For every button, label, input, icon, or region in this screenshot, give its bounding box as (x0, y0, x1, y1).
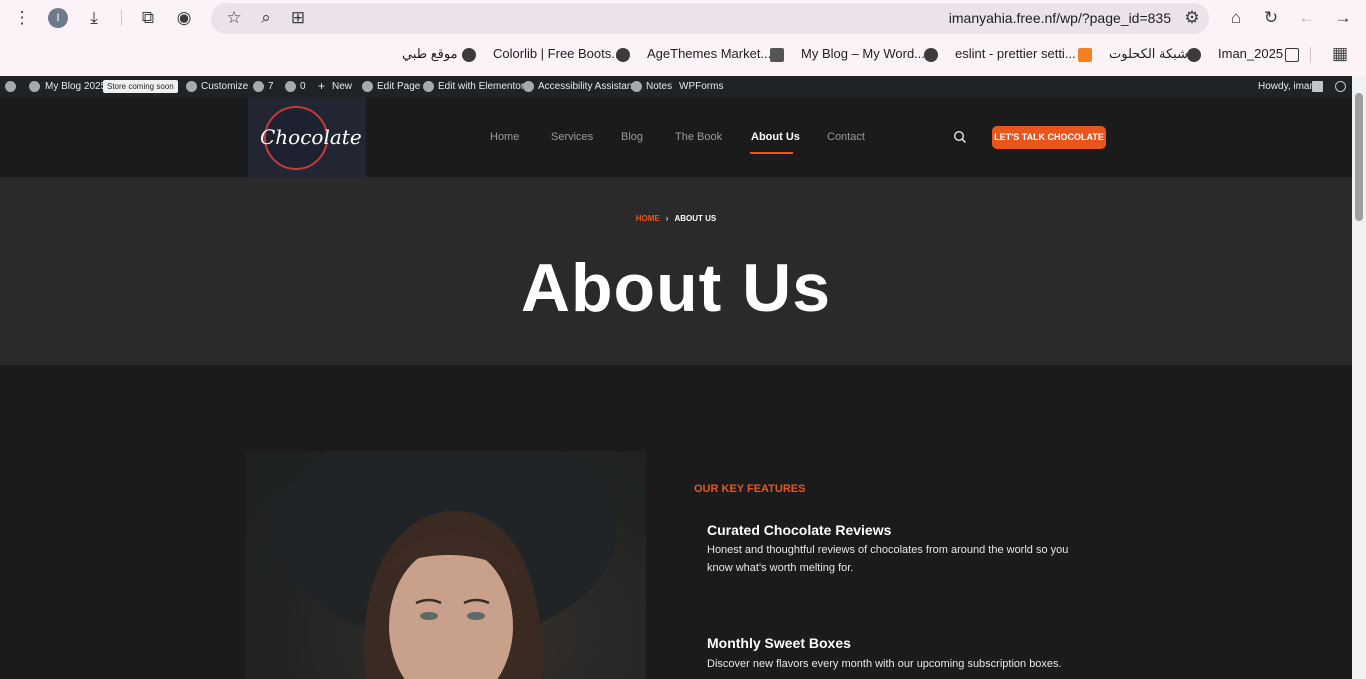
breadcrumb: HOME › ABOUT US (0, 214, 1352, 223)
forward-icon[interactable]: → (1332, 7, 1354, 29)
back-icon[interactable]: ← (1296, 7, 1318, 29)
scrollbar-thumb[interactable] (1355, 93, 1363, 221)
page-scrollbar[interactable] (1352, 76, 1366, 679)
user-avatar[interactable] (1312, 81, 1323, 92)
nav-blog[interactable]: Blog (621, 131, 643, 143)
browser-chrome: ⋮ I ⤓ ⧉ ◉ ☆ ⌕ ⊞ imanyahia.free.nf/wp/?pa… (0, 0, 1366, 76)
page-hero: HOME › ABOUT US About Us (0, 177, 1352, 365)
bookmark-folder-iman[interactable]: Iman_2025 (1218, 46, 1283, 61)
bookmark-colorlib[interactable]: Colorlib | Free Boots... (493, 46, 622, 61)
extensions-icon[interactable]: ⧉ (137, 7, 159, 29)
wp-site-name[interactable]: My Blog 2025 (45, 81, 106, 92)
globe-icon (616, 48, 630, 62)
wp-new[interactable]: New (332, 81, 352, 92)
wp-wpforms[interactable]: WPForms (679, 81, 723, 92)
wp-customize[interactable]: Customize (201, 81, 248, 92)
dashboard-icon[interactable] (29, 81, 40, 92)
wp-updates-count[interactable]: 7 (268, 81, 274, 92)
extension-globe-icon[interactable]: ◉ (173, 7, 195, 29)
talk-chocolate-button[interactable]: LET'S TALK CHOCOLATE (992, 126, 1106, 149)
site-logo[interactable]: Chocolate (248, 97, 366, 177)
wp-edit-page[interactable]: Edit Page (377, 81, 420, 92)
logo-text: Chocolate (260, 125, 362, 149)
plus-icon: + (318, 79, 326, 93)
zoom-icon[interactable]: ⌕ (255, 7, 277, 29)
wp-accessibility[interactable]: Accessibility Assistant (538, 81, 635, 92)
bookmarks-divider (1310, 47, 1311, 63)
feature-description: Discover new flavors every month with ou… (707, 658, 1062, 670)
bookmark-agethemes[interactable]: AgeThemes Market... (647, 46, 771, 61)
nav-contact[interactable]: Contact (827, 131, 865, 143)
updates-icon (253, 81, 264, 92)
main-content: OUR KEY FEATURES Curated Chocolate Revie… (0, 365, 1352, 679)
chevron-right-icon: › (665, 214, 669, 223)
wp-comments-count[interactable]: 0 (300, 81, 306, 92)
toolbar-divider (121, 10, 122, 26)
breadcrumb-home[interactable]: HOME (636, 214, 660, 223)
menu-dots-icon[interactable]: ⋮ (11, 7, 33, 29)
site-settings-icon[interactable]: ⚙ (1181, 7, 1203, 29)
globe-icon (1187, 48, 1201, 62)
search-icon[interactable] (953, 130, 967, 144)
bookmark-kahlout-network[interactable]: شبكة الكحلوت (1109, 46, 1188, 62)
agethemes-icon (770, 48, 784, 62)
download-icon[interactable]: ⤓ (83, 7, 105, 29)
active-nav-indicator (750, 152, 793, 154)
globe-icon (924, 48, 938, 62)
edit-pencil-icon (362, 81, 373, 92)
browser-toolbar: ⋮ I ⤓ ⧉ ◉ ☆ ⌕ ⊞ imanyahia.free.nf/wp/?pa… (0, 0, 1366, 36)
elementor-icon (423, 81, 434, 92)
url-text[interactable]: imanyahia.free.nf/wp/?page_id=835 (949, 10, 1171, 26)
wp-search-icon[interactable] (1335, 81, 1346, 92)
accessibility-icon (523, 81, 534, 92)
bookmark-medical-site[interactable]: موقع طبي (402, 46, 458, 62)
store-status-badge: Store coming soon (103, 80, 178, 93)
portrait-photo (246, 451, 646, 679)
globe-icon (462, 48, 476, 62)
feature-title: Curated Chocolate Reviews (707, 522, 892, 538)
wp-howdy-user[interactable]: Howdy, iman (1258, 81, 1315, 92)
woman-portrait-illustration (276, 451, 616, 679)
wordpress-logo-icon[interactable] (5, 81, 16, 92)
nav-about-us[interactable]: About Us (751, 131, 800, 143)
folder-icon (1285, 48, 1299, 62)
home-icon[interactable]: ⌂ (1225, 7, 1247, 29)
bookmark-my-blog[interactable]: My Blog – My Word... (801, 46, 925, 61)
feature-title: Monthly Sweet Boxes (707, 635, 851, 651)
feature-description: Honest and thoughtful reviews of chocola… (707, 544, 1069, 574)
site-header: Chocolate Home Services Blog The Book Ab… (0, 97, 1352, 177)
bookmark-star-icon[interactable]: ☆ (223, 7, 245, 29)
nav-services[interactable]: Services (551, 131, 593, 143)
features-label: OUR KEY FEATURES (694, 483, 806, 495)
reload-icon[interactable]: ↻ (1260, 7, 1282, 29)
all-bookmarks-icon[interactable]: ▦ (1329, 43, 1351, 65)
nav-home[interactable]: Home (490, 131, 519, 143)
wp-admin-bar: My Blog 2025 Store coming soon Customize… (0, 76, 1352, 97)
stackoverflow-icon (1078, 48, 1092, 62)
address-bar[interactable]: ☆ ⌕ ⊞ imanyahia.free.nf/wp/?page_id=835 … (211, 3, 1209, 34)
wp-notes[interactable]: Notes (646, 81, 672, 92)
wp-edit-elementor[interactable]: Edit with Elementor (438, 81, 524, 92)
bookmark-eslint[interactable]: eslint - prettier setti... (955, 46, 1076, 61)
profile-avatar[interactable]: I (48, 8, 68, 28)
comments-icon (285, 81, 296, 92)
notes-icon (631, 81, 642, 92)
bookmarks-bar: موقع طبي Colorlib | Free Boots... AgeThe… (0, 40, 1366, 70)
breadcrumb-current: ABOUT US (674, 214, 717, 223)
page-title: About Us (520, 250, 832, 326)
nav-the-book[interactable]: The Book (675, 131, 722, 143)
customize-brush-icon (186, 81, 197, 92)
translate-icon[interactable]: ⊞ (287, 7, 309, 29)
